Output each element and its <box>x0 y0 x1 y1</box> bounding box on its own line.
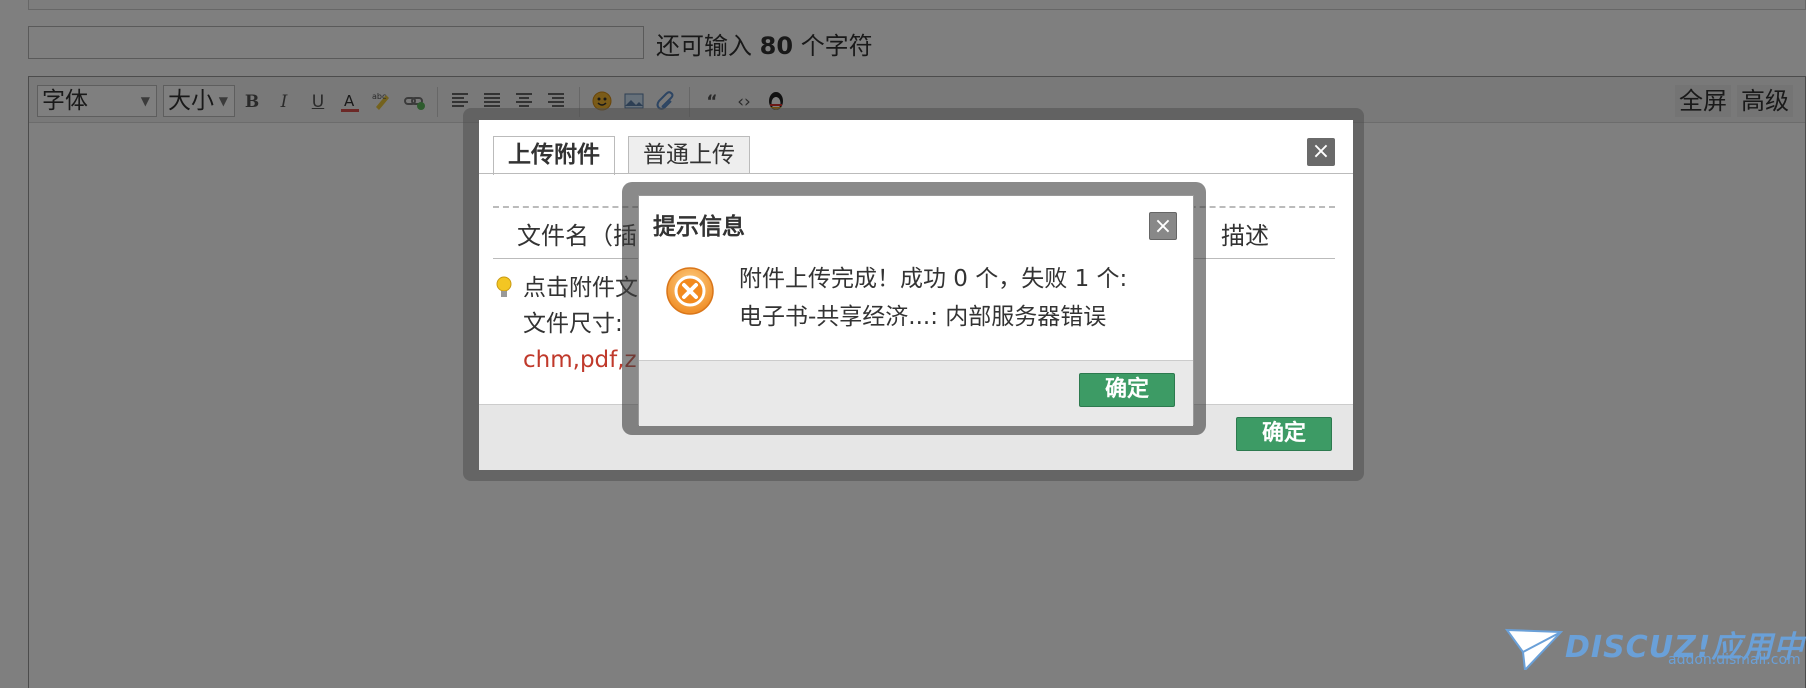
alert-dialog-footer: 确定 <box>639 360 1193 426</box>
upload-confirm-button[interactable]: 确定 <box>1236 417 1332 451</box>
close-icon[interactable]: × <box>1307 138 1335 166</box>
close-icon[interactable]: × <box>1149 212 1177 240</box>
alert-title: 提示信息 <box>653 214 745 240</box>
alert-message: 附件上传完成！成功 0 个，失败 1 个: 电子书-共享经济...: 内部服务器… <box>739 260 1127 336</box>
alert-message-line1: 附件上传完成！成功 0 个，失败 1 个: <box>739 266 1128 292</box>
lightbulb-icon <box>496 276 512 297</box>
paper-plane-icon <box>1505 628 1563 670</box>
upload-tip-line1: 点击附件文 <box>523 275 638 301</box>
tab-normal-upload[interactable]: 普通上传 <box>628 136 750 174</box>
column-header-filename: 文件名（插 <box>517 222 637 250</box>
tabs-divider <box>479 173 1353 174</box>
upload-tip-line2: 文件尺寸: <box>523 311 623 337</box>
tab-upload-attachment[interactable]: 上传附件 <box>493 136 615 175</box>
alert-message-line2: 电子书-共享经济...: 内部服务器错误 <box>739 304 1107 330</box>
error-icon <box>666 267 714 315</box>
watermark-url: addon.dismall.com <box>1668 652 1801 668</box>
column-header-description: 描述 <box>1221 222 1269 250</box>
alert-dialog: 提示信息 × 附件上传完成！成功 0 个，失败 1 个: 电子书-共享经济...… <box>638 195 1194 426</box>
alert-confirm-button[interactable]: 确定 <box>1079 373 1175 407</box>
